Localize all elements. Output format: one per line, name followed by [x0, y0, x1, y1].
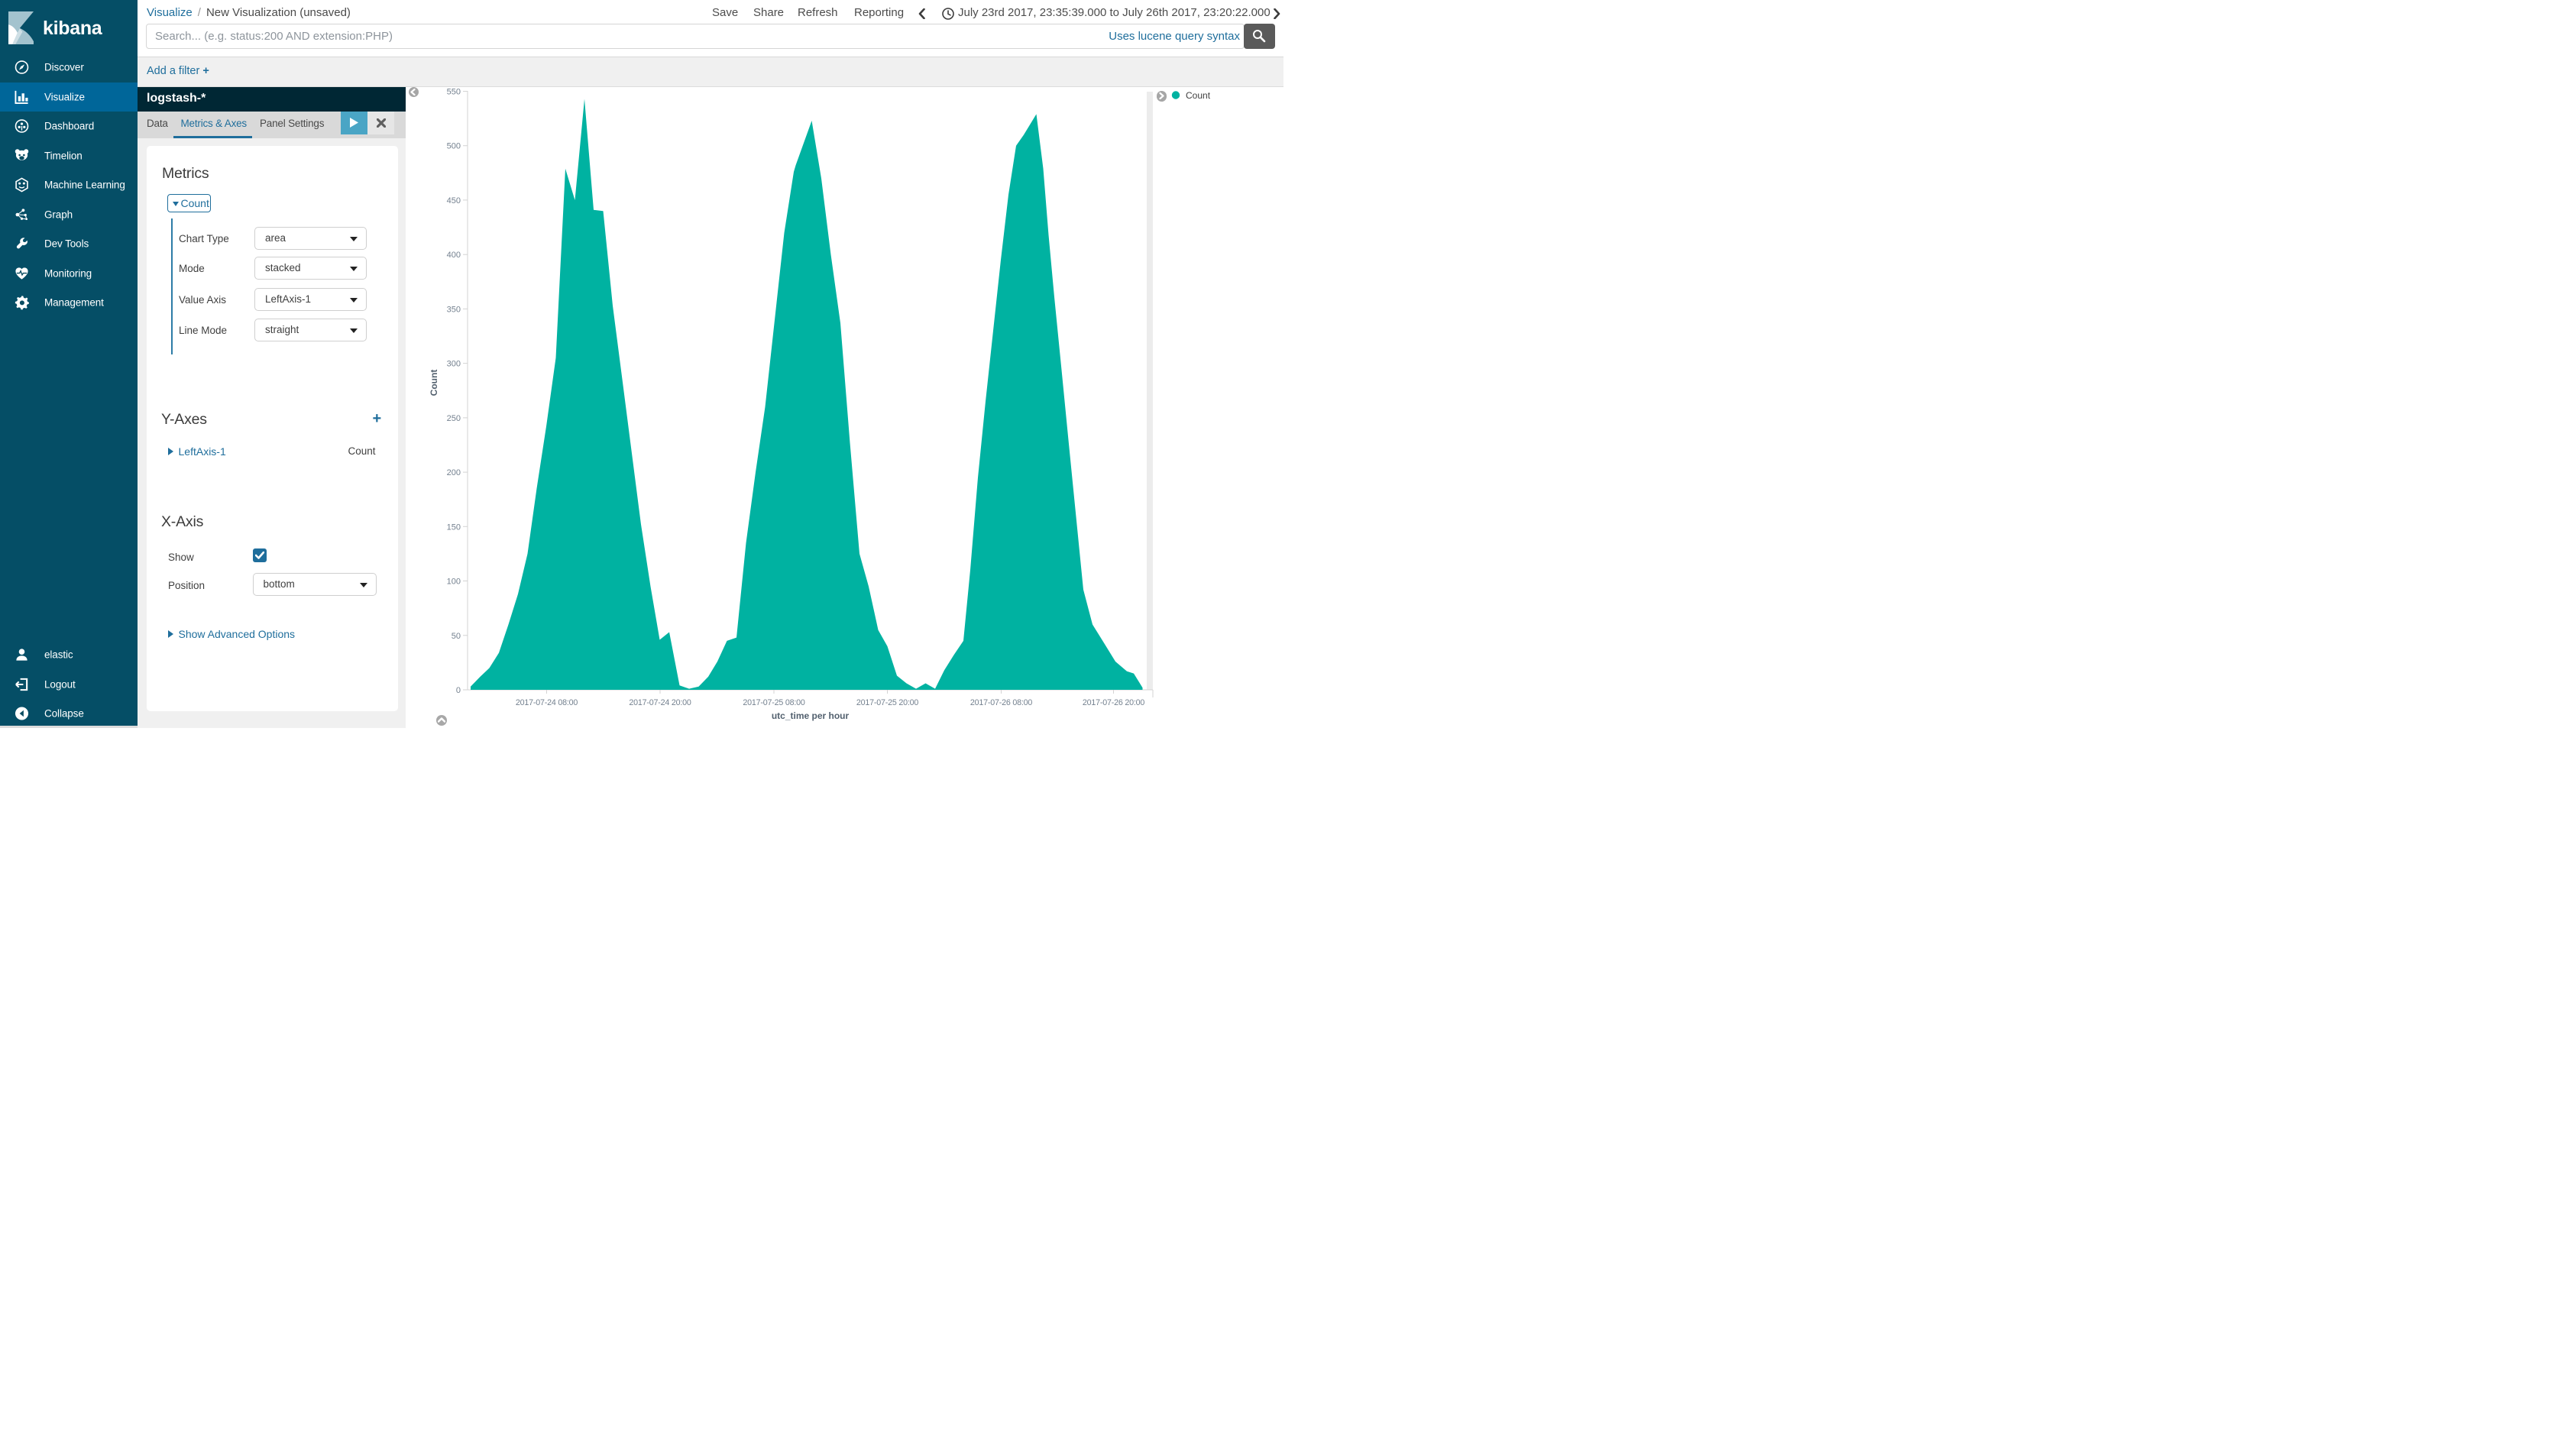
- svg-text:250: 250: [447, 414, 461, 423]
- svg-text:0: 0: [456, 686, 461, 695]
- svg-text:100: 100: [447, 578, 461, 587]
- svg-text:300: 300: [447, 360, 461, 369]
- svg-text:2017-07-25 20:00: 2017-07-25 20:00: [856, 698, 918, 707]
- svg-text:400: 400: [447, 251, 461, 260]
- svg-text:450: 450: [447, 196, 461, 205]
- svg-text:50: 50: [452, 632, 461, 641]
- svg-text:2017-07-25 08:00: 2017-07-25 08:00: [743, 698, 804, 707]
- svg-text:2017-07-26 20:00: 2017-07-26 20:00: [1083, 698, 1144, 707]
- svg-text:Count: Count: [429, 370, 439, 396]
- svg-text:500: 500: [447, 142, 461, 151]
- svg-text:utc_time per hour: utc_time per hour: [772, 710, 850, 721]
- svg-text:2017-07-26 08:00: 2017-07-26 08:00: [970, 698, 1032, 707]
- svg-text:200: 200: [447, 468, 461, 477]
- svg-text:Count: Count: [1186, 90, 1211, 101]
- svg-text:350: 350: [447, 305, 461, 314]
- svg-text:150: 150: [447, 523, 461, 532]
- svg-text:550: 550: [447, 88, 461, 97]
- svg-text:2017-07-24 08:00: 2017-07-24 08:00: [516, 698, 578, 707]
- svg-text:2017-07-24 20:00: 2017-07-24 20:00: [629, 698, 691, 707]
